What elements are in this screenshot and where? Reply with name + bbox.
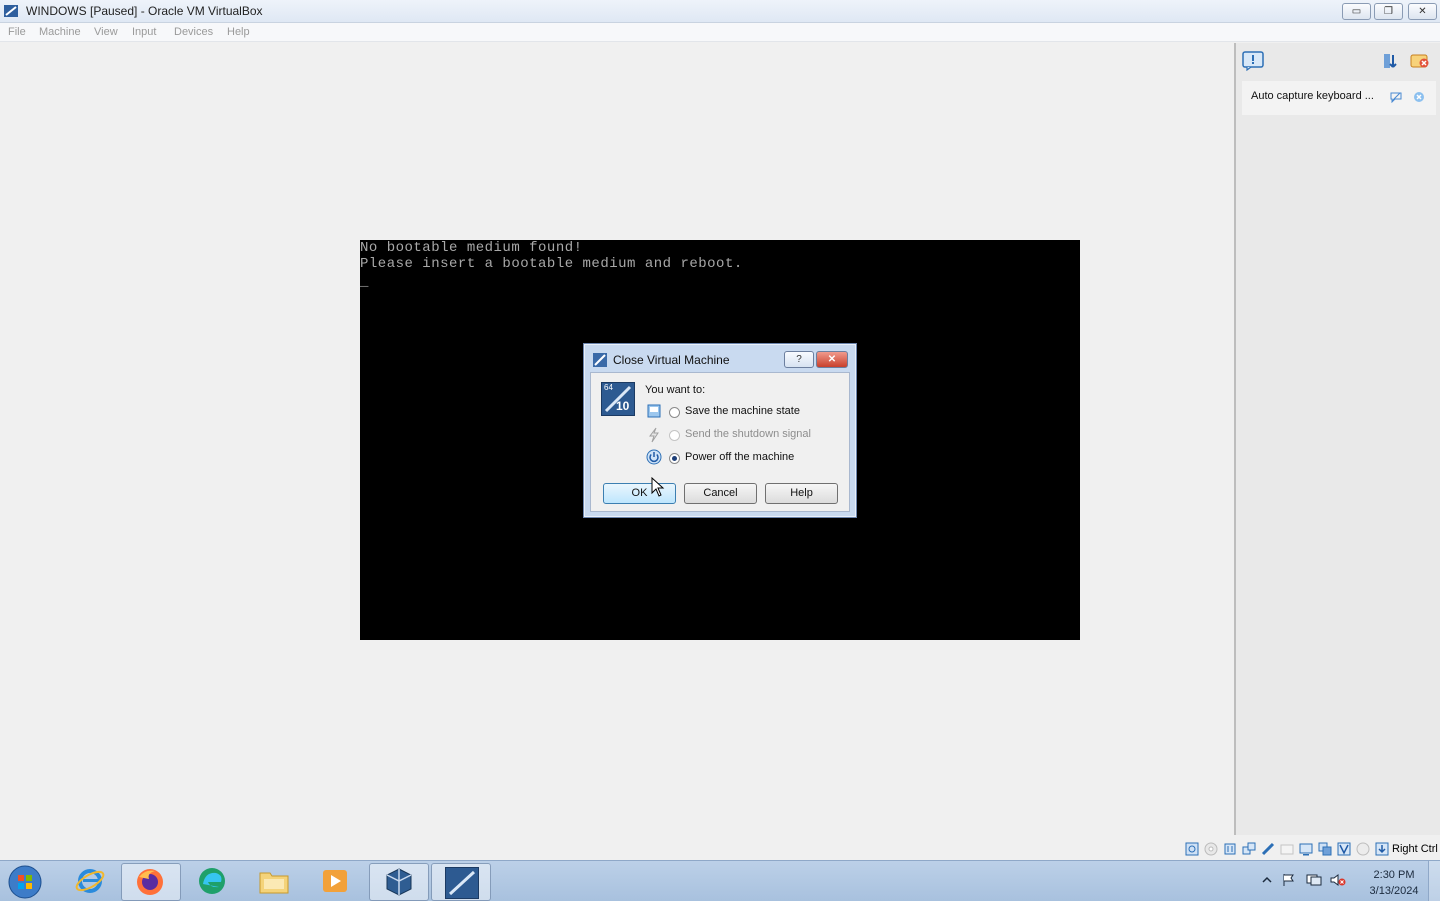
host-key-label: Right Ctrl [1392,843,1438,855]
shared-folders-status-icon[interactable] [1280,842,1294,856]
window-title: WINDOWS [Paused] - Oracle VM VirtualBox [26,4,263,18]
menu-machine[interactable]: Machine [39,26,81,38]
notification-panel: Auto capture keyboard ... [1234,43,1440,835]
menu-view[interactable]: View [94,26,118,38]
firefox-icon [137,869,163,895]
virtualbox-manager-icon [386,868,412,896]
vm-console-line-2: Please insert a bootable medium and rebo… [360,256,743,272]
dialog-title: Close Virtual Machine [613,353,730,367]
taskbar-clock[interactable]: 2:30 PM 3/13/2024 [1354,867,1434,899]
notification-item[interactable]: Auto capture keyboard ... [1242,81,1436,115]
cancel-button[interactable]: Cancel [684,483,757,504]
taskbar-internet-explorer[interactable] [61,863,119,899]
recording-status-icon[interactable] [1318,842,1332,856]
os-badge-64: 64 [604,383,613,392]
dialog-close-button[interactable]: ✕ [816,351,848,368]
notification-text: Auto capture keyboard ... [1251,90,1374,102]
toggle-sorting-icon[interactable] [1382,52,1400,70]
usb-status-icon[interactable] [1261,842,1275,856]
save-state-icon [647,404,661,418]
dialog-prompt: You want to: [645,384,706,396]
vm-console-cursor: _ [360,274,369,290]
windows-start-icon [8,865,42,899]
volume-muted-icon[interactable] [1330,873,1346,887]
display-status-icon[interactable] [1299,842,1313,856]
close-vm-dialog: Close Virtual Machine ? ✕ 64 10 You want… [583,343,857,518]
power-off-icon [646,449,662,465]
mouse-integration-status-icon[interactable] [1356,842,1370,856]
optical-drive-status-icon[interactable] [1204,842,1218,856]
taskbar-media-player[interactable] [307,863,365,899]
dialog-body: 64 10 You want to: Save the machine stat… [590,372,850,512]
notification-center-icon[interactable] [1242,51,1264,71]
help-button[interactable]: Help [765,483,838,504]
dialog-app-icon [593,353,607,367]
vm-windows-10-icon [445,867,479,899]
taskbar-edge[interactable] [183,863,241,899]
start-button[interactable] [0,863,54,899]
vm-console-line-1: No bootable medium found! [360,240,583,256]
close-all-notifications-icon[interactable] [1410,52,1430,70]
network-status-icon[interactable] [1242,842,1256,856]
os-badge-10: 10 [616,399,630,413]
mouse-cursor-icon [651,477,665,497]
window-title-bar[interactable]: WINDOWS [Paused] - Oracle VM VirtualBox … [0,0,1440,23]
clock-date: 3/13/2024 [1369,885,1419,897]
hard-disk-status-icon[interactable] [1185,842,1199,856]
os-type-icon: 64 10 [601,382,635,416]
restore-button[interactable]: ❐ [1374,3,1403,20]
folder-icon [259,872,289,894]
dismiss-notification-icon[interactable] [1413,91,1425,103]
suppress-notification-icon[interactable] [1390,91,1402,103]
dialog-help-title-button[interactable]: ? [784,351,814,368]
vt-x-status-icon[interactable] [1337,842,1351,856]
taskbar: 2:30 PM 3/13/2024 [0,860,1440,901]
menu-bar: File Machine View Input Devices Help [0,23,1440,42]
power-off-label[interactable]: Power off the machine [685,451,794,463]
vm-status-bar: Right Ctrl [1180,840,1440,860]
media-player-icon [323,870,347,892]
ok-button[interactable]: OK [603,483,676,504]
menu-input[interactable]: Input [132,26,156,38]
save-state-radio[interactable] [669,407,680,418]
show-desktop-button[interactable] [1428,861,1440,901]
host-key-indicator-icon[interactable] [1375,842,1389,856]
network-tray-icon[interactable] [1306,873,1322,887]
action-center-flag-icon[interactable] [1282,873,1296,887]
shutdown-signal-label[interactable]: Send the shutdown signal [685,428,811,440]
menu-help[interactable]: Help [227,26,250,38]
shutdown-signal-radio[interactable] [669,430,680,441]
taskbar-firefox[interactable] [121,863,181,901]
menu-file[interactable]: File [8,26,26,38]
shutdown-signal-icon [649,427,659,443]
close-window-button[interactable]: ✕ [1408,3,1437,20]
save-state-label[interactable]: Save the machine state [685,405,800,417]
taskbar-virtualbox-vm-window[interactable] [431,863,491,901]
virtualbox-app-icon [4,5,18,17]
system-tray: 2:30 PM 3/13/2024 [1254,861,1440,901]
clock-time: 2:30 PM [1373,869,1415,881]
internet-explorer-icon [75,869,105,893]
taskbar-file-explorer[interactable] [245,863,303,899]
audio-status-icon[interactable] [1223,842,1237,856]
menu-devices[interactable]: Devices [174,26,213,38]
minimize-button[interactable]: ▭ [1342,3,1371,20]
power-off-radio[interactable] [669,453,680,464]
edge-icon [199,868,225,894]
show-hidden-icons-icon[interactable] [1262,875,1272,885]
taskbar-virtualbox-manager[interactable] [369,863,429,901]
